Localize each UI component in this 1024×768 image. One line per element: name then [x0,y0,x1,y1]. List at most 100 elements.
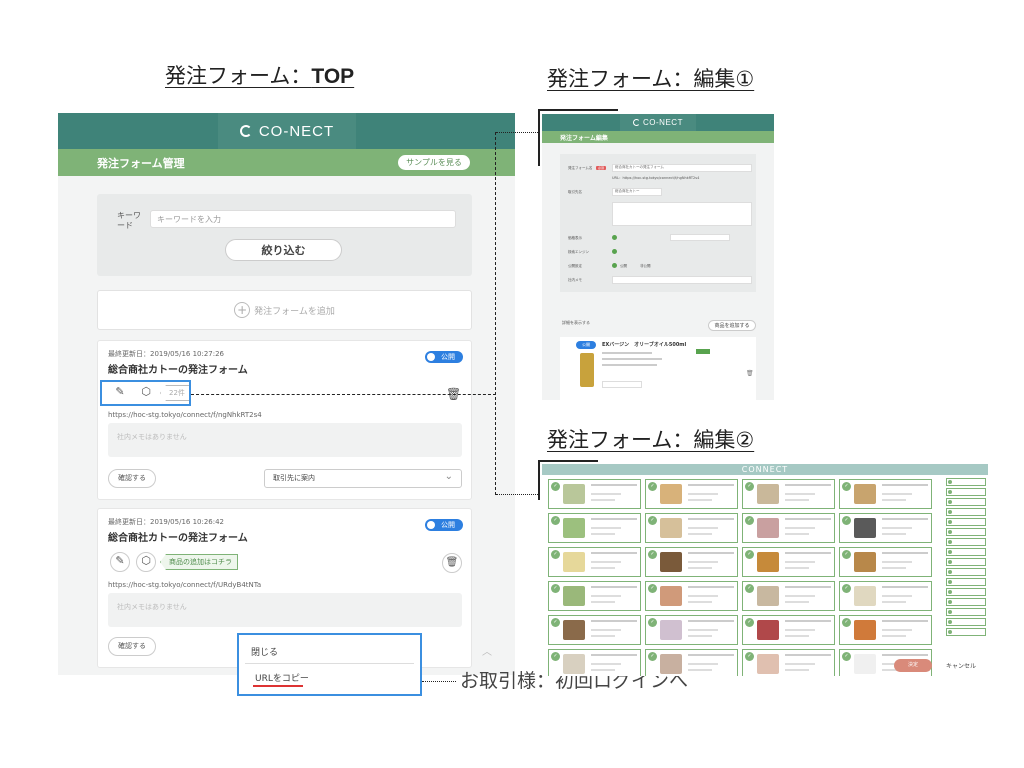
selected-item[interactable] [946,498,986,506]
product-status[interactable]: 公開 [576,341,596,349]
check-icon[interactable]: ✓ [551,550,560,559]
check-icon[interactable]: ✓ [648,652,657,661]
message-textarea[interactable] [612,202,752,226]
status-toggle[interactable]: 公開 [425,351,463,363]
product-card[interactable]: ✓ [548,547,641,577]
check-icon[interactable]: ✓ [648,584,657,593]
selected-item[interactable] [946,488,986,496]
dropdown-close[interactable]: 閉じる [251,645,278,658]
product-card[interactable]: ✓ [548,615,641,645]
add-items-tag[interactable]: 商品の追加はコチラ [160,554,238,570]
form-name-input[interactable]: 総合商社カトーの発注フォーム [612,164,752,172]
sample-button[interactable]: サンプルを見る [398,155,470,170]
trash-icon[interactable]: 🗑 [442,553,462,573]
form-url[interactable]: https://hoc-stg.tokyo/connect/f/ngNhkRT2… [108,411,262,419]
show-detail-toggle[interactable]: 詳細を表示する [562,320,590,326]
add-product-button[interactable]: 商品を追加する [708,320,756,331]
check-icon[interactable]: ✓ [842,516,851,525]
product-card[interactable]: ✓ [742,513,835,543]
edit-icon[interactable]: ✎ [110,552,130,572]
selected-item[interactable] [946,538,986,546]
trash-icon[interactable]: 🗑 [746,370,754,377]
filter-button[interactable]: 絞り込む [225,239,342,261]
product-card[interactable]: ✓ [645,649,738,676]
check-icon[interactable]: ✓ [648,618,657,627]
product-card[interactable]: ✓ [548,479,641,509]
check-icon[interactable]: ✓ [745,584,754,593]
check-icon[interactable]: ✓ [551,584,560,593]
check-icon[interactable]: ✓ [842,550,851,559]
selected-item[interactable] [946,628,986,636]
selected-item[interactable] [946,558,986,566]
selected-item[interactable] [946,518,986,526]
client-select[interactable]: 取引先に案内 [264,468,462,488]
selected-item[interactable] [946,478,986,486]
check-icon[interactable]: ✓ [745,550,754,559]
selected-item[interactable] [946,598,986,606]
memo-input[interactable] [612,276,752,284]
radio-icon[interactable] [612,235,617,240]
product-card[interactable]: ✓ [742,479,835,509]
confirm-button[interactable]: 確認する [108,637,156,656]
status-toggle[interactable]: 公開 [425,519,463,531]
product-card[interactable]: ✓ [742,615,835,645]
cancel-button[interactable]: キャンセル [946,661,976,670]
product-card[interactable]: ✓ [645,479,738,509]
selected-item[interactable] [946,508,986,516]
check-icon[interactable]: ✓ [842,482,851,491]
package-icon[interactable]: ⬡ [136,552,156,572]
check-icon[interactable]: ✓ [842,584,851,593]
logo[interactable]: CONNECT [542,464,988,475]
radio-icon[interactable] [612,249,617,254]
logo[interactable]: CO-NECT [218,113,356,149]
check-icon[interactable]: ✓ [648,482,657,491]
memo-field[interactable]: 社内メモはありません [108,423,462,457]
check-icon[interactable]: ✓ [648,516,657,525]
product-card[interactable]: ✓ [839,615,932,645]
product-card[interactable]: ✓ [548,513,641,543]
product-card[interactable]: ✓ [645,513,738,543]
check-icon[interactable]: ✓ [745,516,754,525]
product-card[interactable]: ✓ [645,547,738,577]
product-card[interactable]: ✓ [742,581,835,611]
product-card[interactable]: ✓ [839,581,932,611]
form-url[interactable]: https://hoc-stg.tokyo/connect/f/URdyB4tN… [108,581,261,589]
price-input[interactable] [670,234,730,241]
client-select[interactable]: 総合商社カトー [612,188,662,196]
add-form-button[interactable]: + 発注フォームを追加 [97,290,472,330]
price-input[interactable] [602,381,642,388]
product-card[interactable]: ✓ [839,547,932,577]
check-icon[interactable]: ✓ [551,618,560,627]
logo[interactable]: CO-NECT [620,114,696,131]
radio-icon[interactable] [612,263,617,268]
product-card[interactable]: ✓ [742,547,835,577]
selected-item[interactable] [946,528,986,536]
product-card[interactable]: ✓ [548,649,641,676]
selected-item[interactable] [946,578,986,586]
check-icon[interactable]: ✓ [551,516,560,525]
product-card[interactable]: ✓ [742,649,835,676]
selected-item[interactable] [946,568,986,576]
ok-button[interactable]: 決定 [894,659,932,672]
memo-field[interactable]: 社内メモはありません [108,593,462,627]
check-icon[interactable]: ✓ [551,482,560,491]
keyword-input[interactable]: キーワードを入力 [150,210,456,228]
selected-item[interactable] [946,618,986,626]
check-icon[interactable]: ✓ [745,618,754,627]
copy-url-item[interactable]: URLをコピー [255,671,309,684]
check-icon[interactable]: ✓ [648,550,657,559]
selected-item[interactable] [946,548,986,556]
product-card[interactable]: ✓ [645,581,738,611]
selected-item[interactable] [946,608,986,616]
check-icon[interactable]: ✓ [745,652,754,661]
product-card[interactable]: ✓ [839,479,932,509]
product-card[interactable]: ✓ [548,581,641,611]
check-icon[interactable]: ✓ [842,618,851,627]
confirm-button[interactable]: 確認する [108,469,156,488]
product-card[interactable]: ✓ [645,615,738,645]
product-card[interactable]: ✓ [839,513,932,543]
selected-item[interactable] [946,588,986,596]
check-icon[interactable]: ✓ [551,652,560,661]
check-icon[interactable]: ✓ [842,652,851,661]
check-icon[interactable]: ✓ [745,482,754,491]
